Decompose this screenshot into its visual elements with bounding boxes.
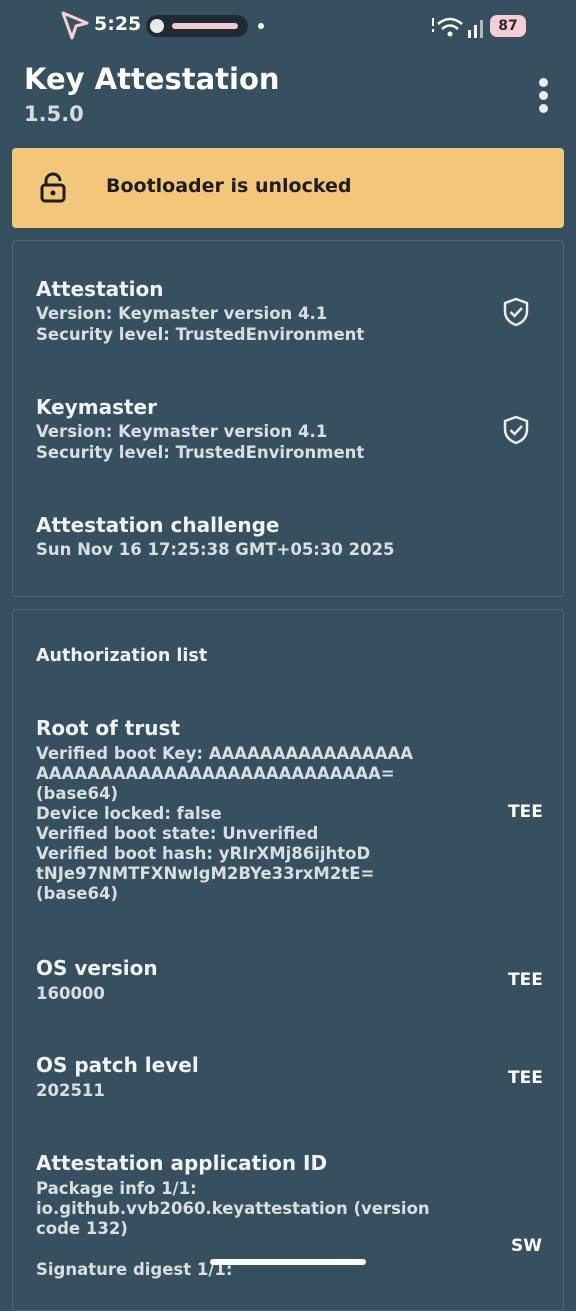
attestation-title: Attestation [36,277,164,301]
banner-text: Bootloader is unlocked [106,175,352,197]
bootloader-banner: Bootloader is unlocked [12,148,564,228]
authorization-heading: Authorization list [36,646,208,666]
attestation-card: Attestation Version: Keymaster version 4… [12,240,564,597]
app-id-line: Package info 1/1: [36,1179,197,1198]
more-vertical-icon[interactable] [530,74,556,114]
security-tag: TEE [508,970,543,990]
os-version-title: OS version [36,956,158,980]
media-pill[interactable] [146,15,248,37]
app-id-line: code 132) [36,1219,128,1238]
app-id-line: io.github.vvb2060.keyattestation (versio… [36,1199,430,1218]
home-indicator[interactable] [210,1259,366,1265]
authorization-card: Authorization list Root of trust Verifie… [12,609,564,1311]
root-of-trust-line: (base64) [36,784,119,803]
os-patch-title: OS patch level [36,1053,199,1077]
challenge-value: Sun Nov 16 17:25:38 GMT+05:30 2025 [36,540,395,559]
root-of-trust-line: AAAAAAAAAAAAAAAAAAAAAAAAAAA= [36,764,395,783]
notification-dot-icon [258,23,264,29]
security-tag: TEE [508,802,543,822]
app-title: Key Attestation [24,62,280,96]
root-of-trust-line: tNJe97NMTFXNwIgM2BYe33rxM2tE= [36,864,375,883]
root-of-trust-line: Verified boot state: Unverified [36,824,319,843]
status-time: 5:25 [94,13,142,35]
attestation-security: Security level: TrustedEnvironment [36,325,365,344]
media-progress [172,23,238,29]
keymaster-version: Version: Keymaster version 4.1 [36,422,328,441]
root-of-trust-line: Verified boot hash: yRIrXMj86ijhtoD [36,844,371,863]
wifi-icon [432,17,483,38]
root-of-trust-title: Root of trust [36,716,180,740]
root-of-trust-line: Verified boot Key: AAAAAAAAAAAAAAAA [36,744,414,763]
app-version: 1.5.0 [24,102,84,126]
security-tag: SW [511,1236,542,1256]
challenge-title: Attestation challenge [36,513,280,537]
root-of-trust-line: Device locked: false [36,804,222,823]
security-tag: TEE [508,1068,543,1088]
os-version-value: 160000 [36,984,105,1003]
status-bar: 5:25 87 [0,0,576,52]
lock-open-icon [40,172,66,203]
keymaster-title: Keymaster [36,395,157,419]
media-icon [150,19,164,33]
cursor-arrow-icon [61,11,89,40]
app-id-line: Signature digest 1/1: [36,1260,233,1279]
shield-check-icon [503,415,529,445]
attestation-version: Version: Keymaster version 4.1 [36,304,328,323]
root-of-trust-line: (base64) [36,884,119,903]
shield-check-icon [503,297,529,327]
keymaster-security: Security level: TrustedEnvironment [36,443,365,462]
app-id-title: Attestation application ID [36,1151,328,1175]
os-patch-value: 202511 [36,1081,105,1100]
battery-indicator: 87 [490,15,526,37]
